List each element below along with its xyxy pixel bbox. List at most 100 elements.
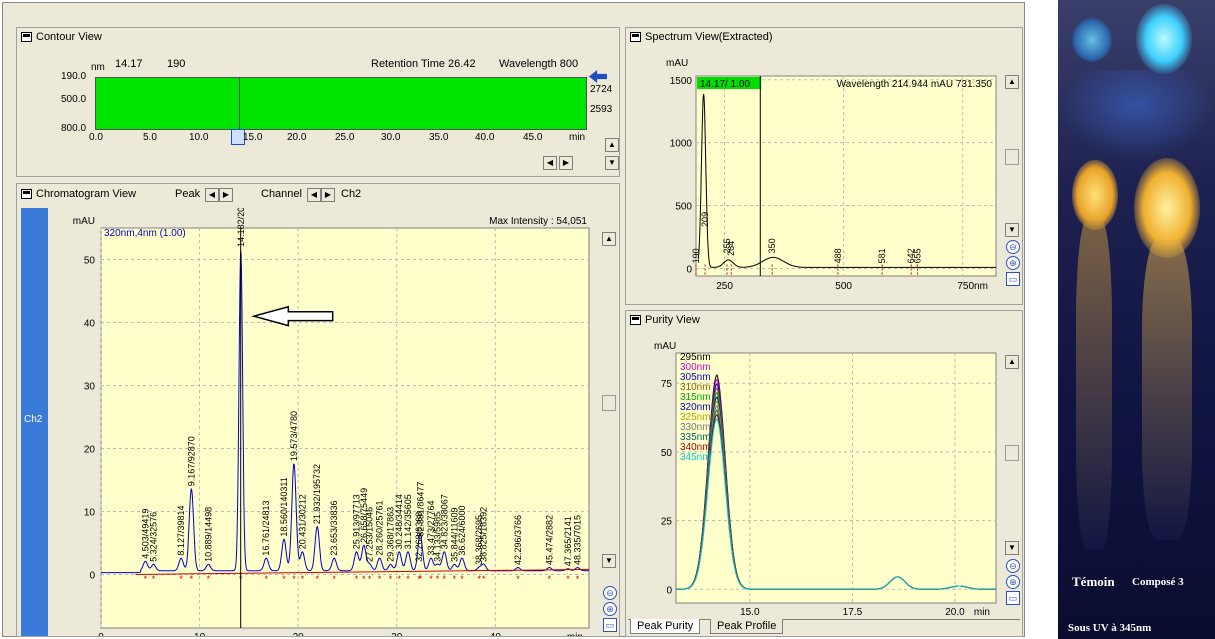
peak-marker: * bbox=[179, 574, 183, 584]
zoom-out-icon[interactable]: ⊖ bbox=[1006, 240, 1020, 254]
peak-label: 5.324/32576 bbox=[148, 512, 158, 562]
channel-value: Ch2 bbox=[341, 188, 362, 200]
contour-wl-marker[interactable] bbox=[589, 70, 607, 83]
zoom-in-icon[interactable]: ⊕ bbox=[1006, 256, 1020, 270]
panel-toggle-icon[interactable] bbox=[630, 315, 641, 325]
peak-label: 32.391/86477 bbox=[415, 482, 425, 537]
spectrum-view-panel: Spectrum View(Extracted) 250 500 750nm 1500… bbox=[625, 27, 1023, 305]
peak-marker: * bbox=[548, 574, 552, 584]
trace-label: 320nm,4nm (1.00) bbox=[104, 228, 186, 239]
scroll-down-button[interactable]: ▼ bbox=[605, 156, 619, 170]
peak-marker: * bbox=[419, 574, 423, 584]
scroll-down-button[interactable]: ▼ bbox=[1005, 541, 1019, 555]
zoom-in-icon[interactable]: ⊕ bbox=[603, 602, 617, 616]
panel-toggle-icon[interactable] bbox=[21, 32, 32, 42]
y-tick-label: 40 bbox=[84, 318, 96, 329]
peak-next-button[interactable]: ▶ bbox=[219, 188, 233, 202]
tab-peak-profile[interactable]: Peak Profile bbox=[710, 619, 784, 634]
tab-peak-purity[interactable]: Peak Purity bbox=[630, 619, 701, 634]
peak-marker: * bbox=[516, 574, 520, 584]
purity-legend-item: 345nm bbox=[680, 452, 711, 463]
peak-label: 655 bbox=[912, 248, 922, 263]
peak-prev-button[interactable]: ◀ bbox=[205, 188, 219, 202]
channel-side-label: Ch2 bbox=[24, 414, 43, 425]
zoom-out-icon[interactable]: ⊖ bbox=[603, 586, 617, 600]
x-tick-label: 30 bbox=[391, 632, 403, 636]
zoom-reset-icon[interactable]: ▭ bbox=[1006, 591, 1020, 605]
peak-marker: * bbox=[436, 574, 440, 584]
spectrum-readout: Wavelength 214.944 mAU 731.350 bbox=[837, 79, 993, 90]
peak-marker: * bbox=[406, 574, 410, 584]
zoom-reset-icon[interactable]: ▭ bbox=[1006, 272, 1020, 286]
peak-marker: * bbox=[368, 574, 372, 584]
y-tick-label: 0 bbox=[666, 585, 672, 596]
purity-view-title: Purity View bbox=[645, 314, 700, 326]
spectrum-view-header: Spectrum View(Extracted) bbox=[630, 31, 773, 43]
plot-area bbox=[675, 352, 997, 604]
panel-toggle-icon[interactable] bbox=[21, 189, 32, 199]
y-tick-label: 500 bbox=[675, 202, 692, 213]
x-tick-label: 10 bbox=[194, 632, 206, 636]
x-tick-label: 15.0 bbox=[740, 607, 760, 618]
scroll-down-button[interactable]: ▼ bbox=[1005, 223, 1019, 237]
scroll-up-button[interactable]: ▲ bbox=[602, 232, 616, 246]
contour-x-tick: 35.0 bbox=[429, 132, 449, 143]
blue-spot-left bbox=[1072, 18, 1112, 62]
y-tick-label: 10 bbox=[84, 507, 96, 518]
y-tick-label: 1000 bbox=[670, 139, 693, 150]
contour-wl-readout: Wavelength 800 bbox=[499, 58, 579, 70]
contour-right-value: 2724 bbox=[590, 84, 613, 95]
peak-label: 21.932/195732 bbox=[312, 464, 322, 524]
scroll-right-button[interactable]: ▶ bbox=[559, 156, 573, 170]
channel-next-button[interactable]: ▶ bbox=[321, 188, 335, 202]
x-tick-label: 20 bbox=[293, 632, 305, 636]
contour-x-tick: 0.0 bbox=[89, 132, 103, 143]
cyan-spot-right bbox=[1136, 4, 1192, 74]
scroll-down-button[interactable]: ▼ bbox=[602, 554, 616, 568]
contour-view-header: Contour View bbox=[21, 31, 102, 43]
scroll-left-button[interactable]: ◀ bbox=[543, 156, 557, 170]
peak-marker: * bbox=[190, 574, 194, 584]
contour-right-value: 2593 bbox=[590, 104, 613, 115]
contour-view-panel: Contour View nm 14.17 190 Retention Time… bbox=[16, 27, 620, 177]
chromatogram-view-header: Chromatogram View bbox=[21, 188, 136, 200]
peak-label: Peak bbox=[175, 188, 201, 200]
scroll-thumb[interactable] bbox=[602, 395, 616, 411]
x-tick-label: 40 bbox=[490, 632, 502, 636]
peak-marker: * bbox=[207, 574, 211, 584]
peak-label: 581 bbox=[877, 248, 887, 263]
peak-label: 48.335/7015 bbox=[573, 515, 583, 565]
y-tick-label: 1500 bbox=[670, 76, 693, 87]
contour-x-tick: 30.0 bbox=[381, 132, 401, 143]
scroll-thumb[interactable] bbox=[1005, 445, 1019, 461]
scroll-up-button[interactable]: ▲ bbox=[605, 138, 619, 152]
peak-label: 47.365/2141 bbox=[563, 516, 573, 566]
peak-marker: * bbox=[332, 574, 336, 584]
peak-marker: * bbox=[315, 574, 319, 584]
zoom-reset-icon[interactable]: ▭ bbox=[603, 618, 617, 632]
chromatogram-chart[interactable]: 0 10 20 30 40 min 50 40 30 20 10 0 mAU 320nm,4nm (1.0… bbox=[51, 208, 597, 636]
purity-vscroll[interactable]: ▲ ▼ bbox=[1004, 355, 1020, 587]
channel-prev-button[interactable]: ◀ bbox=[307, 188, 321, 202]
plot-area bbox=[100, 227, 590, 629]
panel-toggle-icon[interactable] bbox=[630, 32, 641, 42]
peak-marker: * bbox=[144, 574, 148, 584]
peak-label: 45.474/2882 bbox=[544, 515, 554, 565]
peak-marker: * bbox=[576, 574, 580, 584]
contour-unit: nm bbox=[91, 62, 105, 73]
scroll-up-button[interactable]: ▲ bbox=[1005, 75, 1019, 89]
scroll-thumb[interactable] bbox=[1005, 149, 1019, 165]
scroll-up-button[interactable]: ▲ bbox=[1005, 355, 1019, 369]
purity-view-header: Purity View bbox=[630, 314, 700, 326]
zoom-out-icon[interactable]: ⊖ bbox=[1006, 559, 1020, 573]
tab-label: Peak Purity bbox=[637, 620, 694, 632]
zoom-in-icon[interactable]: ⊕ bbox=[1006, 575, 1020, 589]
channel-side-tab[interactable]: Ch2 bbox=[21, 208, 48, 636]
contour-map[interactable] bbox=[95, 77, 587, 131]
peak-marker: * bbox=[482, 574, 486, 584]
spectrum-chart[interactable]: 250 500 750nm 1500 1000 500 0 mAU 14.17/ 1.00 Wav… bbox=[630, 48, 1000, 303]
chromatogram-vscroll[interactable]: ▲ ▼ bbox=[601, 232, 617, 602]
contour-cursor-line bbox=[239, 78, 240, 131]
x-tick-label: 250 bbox=[716, 281, 733, 292]
peak-marker: * bbox=[301, 574, 305, 584]
